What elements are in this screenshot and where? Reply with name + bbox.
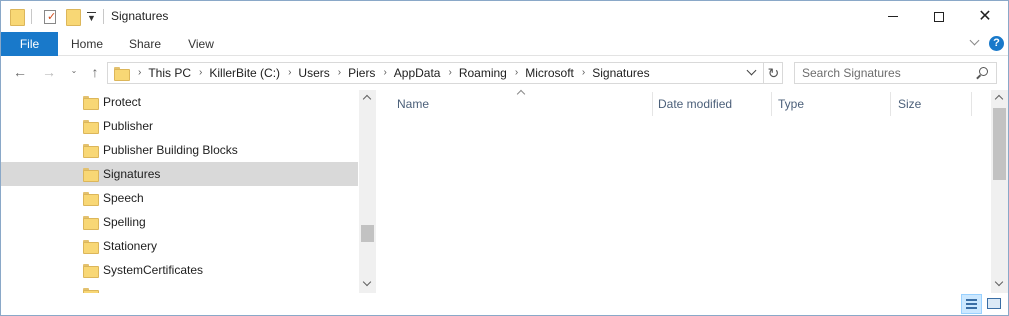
column-divider[interactable] (890, 92, 891, 116)
breadcrumb-microsoft[interactable]: Microsoft (525, 63, 574, 83)
tree-item-label: Publisher Building Blocks (103, 143, 238, 157)
properties-icon[interactable]: ✓ (44, 8, 56, 25)
file-list-scrollbar[interactable] (991, 90, 1008, 293)
folder-icon (83, 144, 99, 158)
column-header-size[interactable]: Size (898, 90, 921, 118)
breadcrumb-this-pc[interactable]: This PC (148, 63, 191, 83)
breadcrumb-separator[interactable]: › (191, 63, 209, 83)
status-bar (1, 293, 1008, 315)
address-bar[interactable]: › This PC › KillerBite (C:) › Users › Pi… (107, 62, 783, 84)
quick-access-folder-icon[interactable] (10, 8, 25, 26)
tab-share[interactable]: Share (119, 32, 171, 56)
column-divider[interactable] (771, 92, 772, 116)
column-header-name[interactable]: Name (397, 90, 429, 118)
folder-icon (83, 120, 99, 134)
search-box[interactable] (794, 62, 997, 84)
breadcrumb-separator[interactable]: › (130, 63, 148, 83)
refresh-icon[interactable]: ↻ (763, 63, 783, 83)
breadcrumb-users[interactable]: Users (298, 63, 329, 83)
tree-item-systemcertificates[interactable]: SystemCertificates (1, 258, 358, 282)
new-folder-icon[interactable] (66, 8, 81, 26)
tree-item-label: Stationery (103, 239, 158, 253)
column-header-type[interactable]: Type (778, 90, 804, 118)
title-bar: ✓ ▼ Signatures ✕ (1, 1, 1008, 32)
folder-icon (83, 96, 99, 110)
tree-item-label: Speech (103, 191, 144, 205)
folder-icon (83, 168, 99, 182)
tree-item-signatures[interactable]: Signatures (1, 162, 358, 186)
minimize-icon (888, 16, 898, 17)
folder-icon (83, 192, 99, 206)
breadcrumb-piers[interactable]: Piers (348, 63, 375, 83)
tab-file[interactable]: File (1, 32, 58, 56)
breadcrumb-separator[interactable]: › (280, 63, 298, 83)
folder-icon (83, 216, 99, 230)
tree-item-label: Signatures (103, 167, 161, 181)
forward-arrow-icon[interactable]: → (41, 64, 57, 80)
column-divider[interactable] (652, 92, 653, 116)
navigation-bar: ← → ⌄ ↑ › This PC › KillerBite (C:) › Us… (1, 57, 1008, 89)
breadcrumb-signatures[interactable]: Signatures (592, 63, 649, 83)
tree-item-label: Protect (103, 95, 142, 109)
tree-item-publisher-building-blocks[interactable]: Publisher Building Blocks (1, 138, 358, 162)
scrollbar-thumb[interactable] (361, 225, 374, 242)
folder-icon (83, 240, 99, 254)
scroll-up-arrow-icon[interactable] (991, 90, 1008, 107)
back-arrow-icon[interactable]: ← (12, 64, 28, 80)
up-arrow-icon[interactable]: ↑ (87, 64, 103, 80)
tree-item-protect[interactable]: Protect (1, 90, 358, 114)
tree-item-label: Publisher (103, 119, 154, 133)
search-input[interactable] (802, 65, 972, 81)
search-icon[interactable] (976, 67, 988, 79)
minimize-button[interactable] (870, 1, 916, 32)
folder-icon (83, 264, 99, 278)
tree-item-stationery[interactable]: Stationery (1, 234, 358, 258)
tree-item-spelling[interactable]: Spelling (1, 210, 358, 234)
explorer-window: ✓ ▼ Signatures ✕ File Home Share View ? … (0, 0, 1009, 316)
ribbon-tabs: File Home Share View ? (1, 32, 1008, 56)
navigation-pane-scrollbar[interactable] (359, 90, 376, 293)
breadcrumb-appdata[interactable]: AppData (394, 63, 441, 83)
breadcrumb-drive[interactable]: KillerBite (C:) (209, 63, 280, 83)
maximize-button[interactable] (916, 1, 962, 32)
customize-quick-access-icon[interactable]: ▼ (87, 8, 96, 25)
breadcrumb-separator[interactable]: › (375, 63, 393, 83)
breadcrumb-separator[interactable]: › (330, 63, 348, 83)
scroll-down-arrow-icon[interactable] (359, 275, 376, 292)
breadcrumb: › This PC › KillerBite (C:) › Users › Pi… (130, 63, 650, 83)
breadcrumb-separator[interactable]: › (574, 63, 592, 83)
maximize-icon (934, 11, 944, 22)
tree-item-label: SystemCertificates (103, 263, 204, 277)
expand-ribbon-chevron-icon[interactable] (970, 37, 980, 47)
tree-item-publisher[interactable]: Publisher (1, 114, 358, 138)
scroll-up-arrow-icon[interactable] (359, 90, 376, 107)
help-icon[interactable]: ? (989, 36, 1004, 51)
quick-access-separator (31, 8, 32, 25)
window-title: Signatures (111, 9, 169, 23)
scroll-down-arrow-icon[interactable] (991, 275, 1008, 292)
title-separator (103, 8, 104, 25)
sort-ascending-icon (517, 88, 525, 96)
tree-item-partial (1, 282, 358, 293)
address-dropdown-chevron-icon[interactable] (746, 67, 758, 79)
close-button[interactable]: ✕ (962, 1, 1008, 32)
column-divider[interactable] (971, 92, 972, 116)
details-view-icon[interactable] (961, 294, 982, 314)
tab-view[interactable]: View (175, 32, 227, 56)
tree-item-speech[interactable]: Speech (1, 186, 358, 210)
column-header-date-modified[interactable]: Date modified (658, 90, 732, 118)
scrollbar-thumb[interactable] (993, 108, 1006, 180)
large-icons-view-icon[interactable] (984, 294, 1005, 314)
breadcrumb-separator[interactable]: › (507, 63, 525, 83)
breadcrumb-separator[interactable]: › (440, 63, 458, 83)
navigation-pane: Protect Publisher Publisher Building Blo… (1, 90, 376, 293)
file-list: Name Date modified Type Size (376, 88, 1008, 293)
close-icon: ✕ (978, 7, 992, 25)
tree-item-label: Spelling (103, 215, 146, 229)
breadcrumb-roaming[interactable]: Roaming (459, 63, 507, 83)
tab-home[interactable]: Home (61, 32, 113, 56)
recent-locations-chevron-icon[interactable]: ⌄ (66, 63, 82, 79)
